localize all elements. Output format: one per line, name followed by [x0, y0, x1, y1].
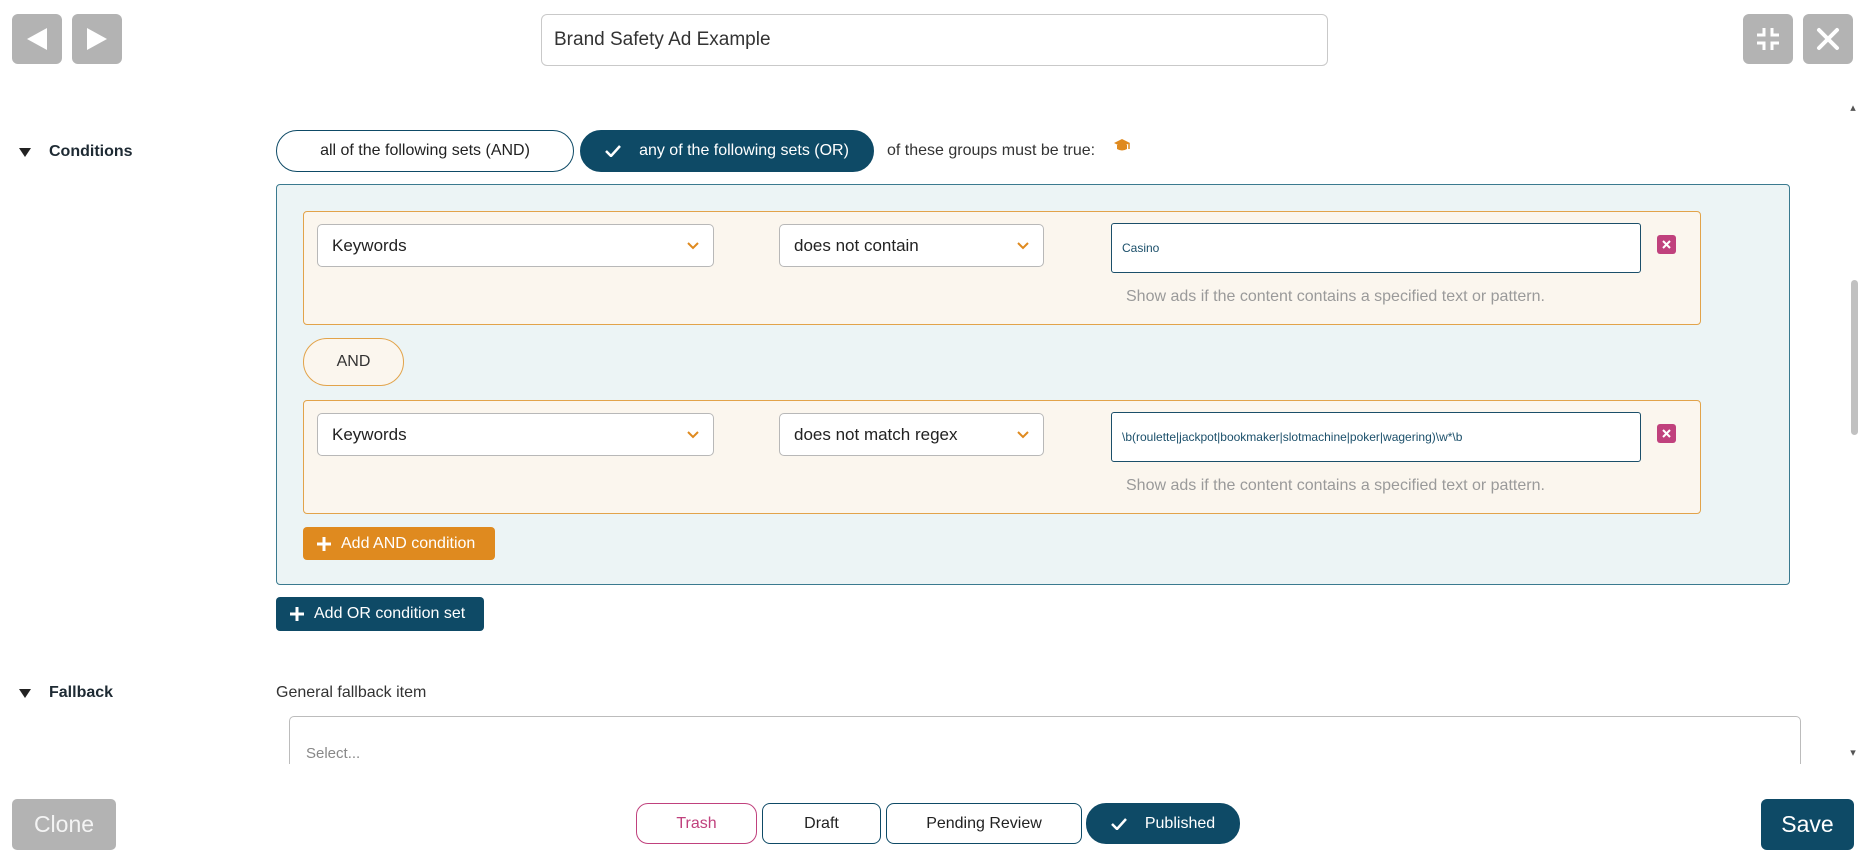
add-and-condition-label: Add AND condition [341, 534, 476, 552]
status-draft-label: Draft [804, 814, 839, 832]
field-select-value: Keywords [332, 424, 407, 444]
add-or-condition-set-button[interactable]: Add OR condition set [276, 597, 484, 631]
conditions-section-toggle[interactable]: Conditions [19, 143, 133, 161]
plus-icon [317, 536, 331, 551]
clone-button[interactable]: Clone [12, 799, 116, 850]
remove-condition-button[interactable] [1657, 424, 1676, 443]
condition-hint: Show ads if the content contains a speci… [1126, 477, 1545, 494]
close-x-icon [1662, 240, 1671, 249]
mode-and-toggle[interactable]: all of the following sets (AND) [276, 130, 574, 172]
status-draft-button[interactable]: Draft [762, 803, 881, 844]
and-connector-label: AND [336, 353, 371, 370]
scroll-down-icon[interactable]: ▾ [1848, 748, 1858, 759]
chevron-down-icon [1017, 430, 1029, 438]
triangle-left-icon [27, 28, 47, 50]
conditions-label: Conditions [49, 143, 133, 160]
chevron-down-icon [687, 430, 699, 438]
scroll-up-icon[interactable]: ▴ [1848, 103, 1858, 114]
status-pending-review-button[interactable]: Pending Review [886, 803, 1082, 844]
back-button[interactable] [12, 14, 62, 64]
fallback-section-toggle[interactable]: Fallback [19, 684, 113, 702]
condition-value-input[interactable] [1111, 223, 1641, 273]
fallback-label: Fallback [49, 684, 114, 701]
plus-icon [290, 607, 304, 621]
status-pending-review-label: Pending Review [926, 814, 1042, 832]
chevron-down-icon [1017, 241, 1029, 249]
close-x-icon [1817, 28, 1839, 50]
add-and-condition-button[interactable]: Add AND condition [303, 527, 495, 560]
groups-suffix-text: of these groups must be true: [887, 142, 1096, 159]
condition-hint: Show ads if the content contains a speci… [1126, 288, 1545, 305]
check-icon [605, 145, 621, 157]
caret-down-icon [19, 147, 31, 157]
close-x-icon [1662, 429, 1671, 438]
compress-arrows-icon [1757, 28, 1779, 50]
mode-and-label: all of the following sets (AND) [320, 142, 530, 159]
status-published-button[interactable]: Published [1086, 803, 1240, 844]
general-fallback-label: General fallback item [276, 684, 427, 701]
condition-group: Keywords does not contain Show ads if th… [276, 184, 1790, 585]
save-button[interactable]: Save [1761, 799, 1854, 850]
mode-or-label: any of the following sets (OR) [639, 142, 849, 159]
field-select-value: Keywords [332, 235, 407, 255]
caret-down-icon [19, 688, 31, 698]
mode-or-toggle[interactable]: any of the following sets (OR) [580, 130, 874, 172]
condition-row: Keywords does not match regex Show ads i… [303, 400, 1701, 514]
and-connector: AND [303, 338, 404, 386]
field-select[interactable]: Keywords [317, 413, 714, 456]
status-published-label: Published [1144, 814, 1216, 832]
field-select[interactable]: Keywords [317, 224, 714, 267]
ad-title-input[interactable] [541, 14, 1328, 66]
graduation-cap-icon[interactable] [1113, 137, 1131, 158]
triangle-right-icon [87, 28, 107, 50]
operator-select[interactable]: does not contain [779, 224, 1044, 267]
remove-condition-button[interactable] [1657, 235, 1676, 254]
condition-row: Keywords does not contain Show ads if th… [303, 211, 1701, 325]
status-trash-label: Trash [676, 814, 717, 832]
fallback-select-placeholder: Select... [306, 745, 361, 762]
operator-select-value: does not match regex [794, 424, 958, 444]
save-label: Save [1781, 811, 1834, 837]
status-trash-button[interactable]: Trash [636, 803, 757, 844]
chevron-down-icon [687, 241, 699, 249]
check-icon [1110, 817, 1127, 830]
minimize-button[interactable] [1743, 14, 1793, 64]
forward-button[interactable] [72, 14, 122, 64]
scrollbar-thumb[interactable] [1851, 280, 1858, 435]
condition-value-input[interactable] [1111, 412, 1641, 462]
close-button[interactable] [1803, 14, 1853, 64]
clone-label: Clone [33, 811, 95, 837]
add-or-condition-set-label: Add OR condition set [314, 605, 466, 622]
operator-select-value: does not contain [794, 235, 919, 255]
operator-select[interactable]: does not match regex [779, 413, 1044, 456]
